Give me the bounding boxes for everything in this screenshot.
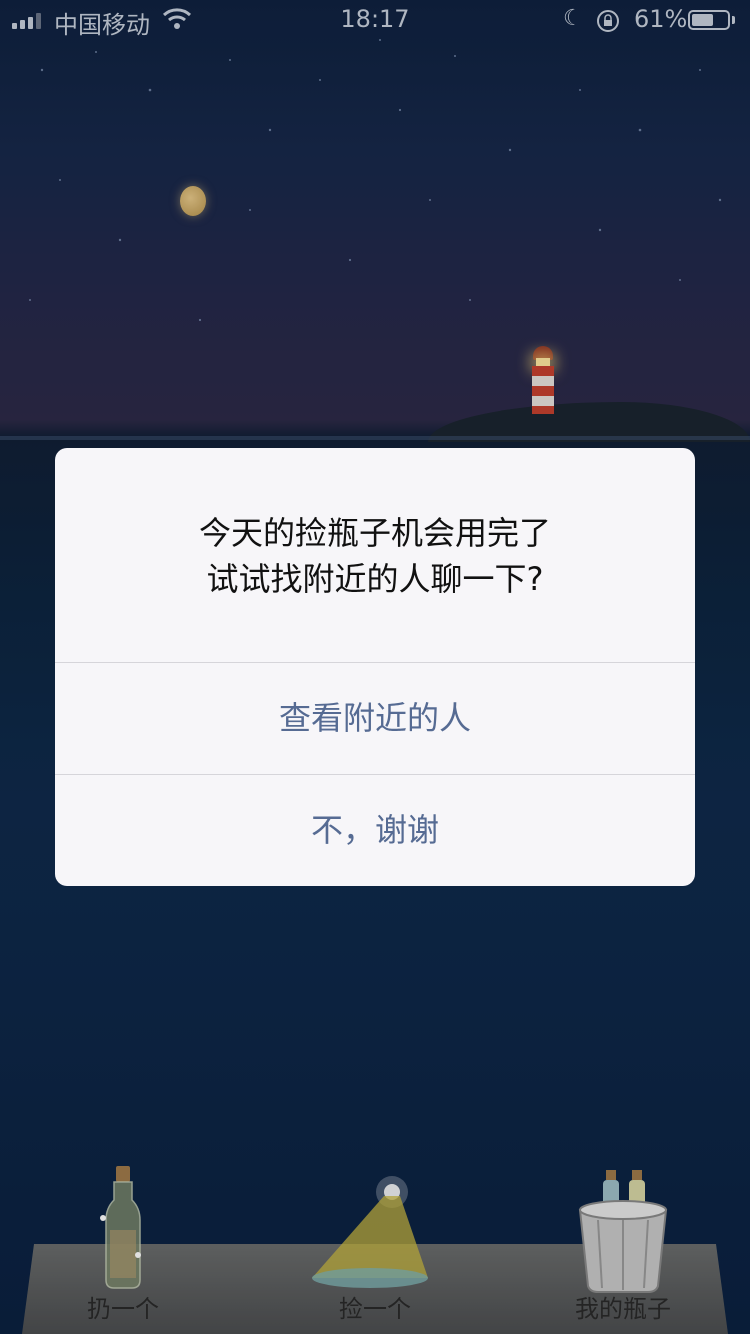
alert-dialog: 今天的捡瓶子机会用完了 试试找附近的人聊一下? 查看附近的人 不，谢谢 xyxy=(55,448,695,886)
dialog-message: 今天的捡瓶子机会用完了 试试找附近的人聊一下? xyxy=(55,510,695,602)
drift-bottle-screen: 中国移动 18:17 ☾ 61% 扔一个 捡一个 我的瓶子 今天的捡瓶子机会用完… xyxy=(0,0,750,1334)
view-nearby-people-button[interactable]: 查看附近的人 xyxy=(55,663,695,773)
dialog-message-line-1: 今天的捡瓶子机会用完了 xyxy=(198,514,551,552)
dialog-message-line-2: 试试找附近的人聊一下? xyxy=(206,560,544,598)
no-thanks-button[interactable]: 不，谢谢 xyxy=(55,775,695,885)
